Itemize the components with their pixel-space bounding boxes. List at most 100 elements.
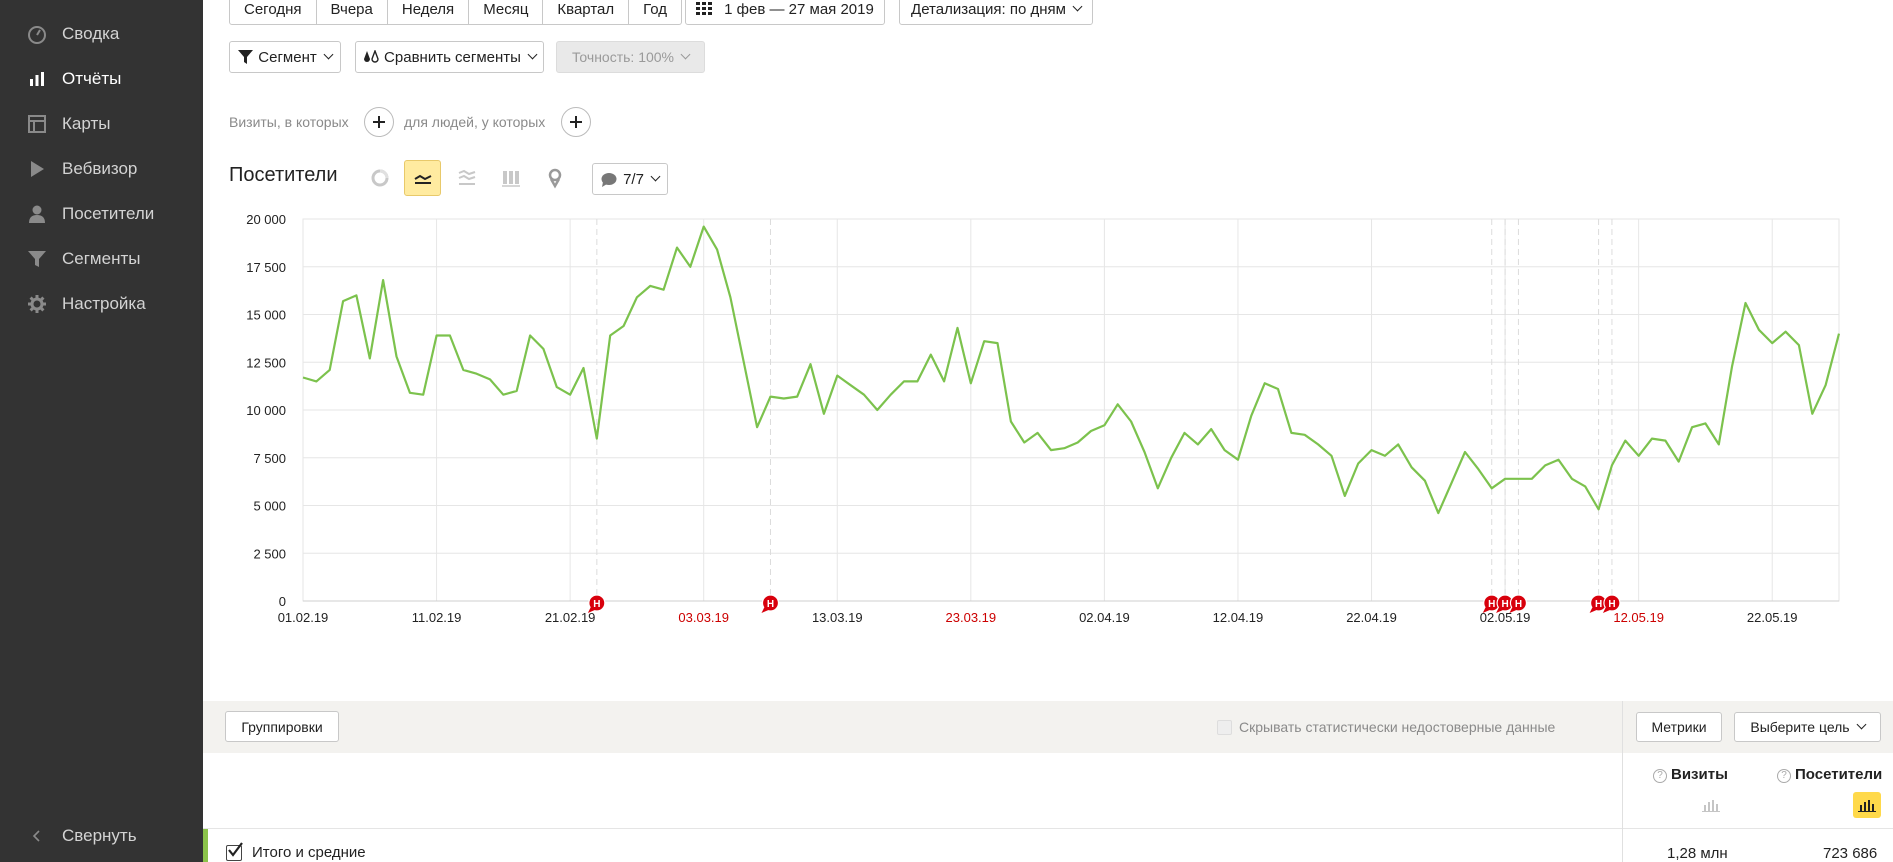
note-marker[interactable]: Н	[761, 594, 780, 613]
date-range-label: 1 фев — 27 мая 2019	[724, 0, 874, 18]
series-line	[302, 225, 1841, 515]
pie-chart-icon	[371, 169, 388, 187]
visits-chart-toggle[interactable]	[1697, 792, 1725, 818]
notes-dropdown[interactable]: 7/7	[592, 163, 668, 195]
sidebar: Сводка Отчёты Карты Вебвизор Посетители …	[0, 0, 203, 862]
total-row-label: Итого и средние	[252, 844, 366, 861]
sidebar-item-webvisor[interactable]: Вебвизор	[0, 149, 203, 189]
metrics-button[interactable]: Метрики	[1636, 712, 1722, 742]
accuracy-dropdown[interactable]: Точность: 100%	[556, 41, 705, 73]
bar-chart-icon	[27, 69, 47, 89]
bar-chart-icon	[1702, 800, 1720, 812]
add-people-condition-button[interactable]	[561, 107, 591, 137]
sidebar-item-summary[interactable]: Сводка	[0, 14, 203, 54]
help-icon[interactable]: ?	[1653, 769, 1667, 783]
pie-chart-button[interactable]	[361, 160, 398, 196]
segment-label: Сегмент	[258, 48, 317, 66]
detail-dropdown[interactable]: Детализация: по дням	[899, 0, 1093, 25]
y-tick-label: 20 000	[246, 212, 286, 227]
period-tab-quarter[interactable]: Квартал	[543, 0, 630, 24]
sidebar-item-label: Посетители	[62, 204, 155, 223]
gauge-icon	[27, 24, 47, 44]
x-tick-label: 11.02.19	[412, 610, 462, 625]
visitors-line-chart: 0 2 500 5 000 7 500 10 000 12 500 15 000 17 500…	[246, 212, 1841, 625]
chevron-down-icon	[1856, 719, 1867, 730]
area-chart-button[interactable]	[448, 160, 485, 196]
plus-icon	[373, 116, 385, 128]
x-tick-label: 13.03.19	[812, 610, 863, 625]
svg-text:Н: Н	[1515, 599, 1522, 610]
x-tick-label: 02.05.19	[1480, 610, 1531, 625]
comment-icon	[601, 172, 617, 187]
y-tick-label: 7 500	[253, 451, 286, 466]
map-chart-button[interactable]	[536, 160, 573, 196]
sidebar-item-label: Отчёты	[62, 69, 122, 88]
groupings-button[interactable]: Группировки	[225, 711, 339, 742]
visits-condition-label: Визиты, в которых	[229, 114, 349, 130]
table-header	[203, 753, 1893, 829]
sidebar-item-reports[interactable]: Отчёты	[0, 59, 203, 99]
date-range-picker[interactable]: 1 фев — 27 мая 2019	[685, 0, 885, 25]
svg-text:Н: Н	[1501, 599, 1508, 610]
note-marker[interactable]: Н	[587, 594, 606, 613]
note-marker[interactable]: Н	[1509, 594, 1528, 613]
sidebar-item-label: Карты	[62, 114, 111, 133]
sidebar-item-maps[interactable]: Карты	[0, 104, 203, 144]
x-tick-label: 01.02.19	[278, 610, 329, 625]
plot-area	[302, 218, 1840, 602]
stacked-bar-button[interactable]	[492, 160, 529, 196]
compare-label: Сравнить сегменты	[384, 48, 521, 66]
map-pin-icon	[548, 168, 561, 189]
column-header-visits[interactable]: ? Визиты	[1653, 766, 1728, 783]
drops-icon	[363, 50, 379, 64]
y-tick-label: 12 500	[246, 355, 286, 370]
accuracy-label: Точность: 100%	[571, 49, 675, 65]
area-chart-icon	[458, 169, 475, 185]
period-tab-week[interactable]: Неделя	[388, 0, 470, 24]
sidebar-item-label: Вебвизор	[62, 159, 138, 178]
column-header-visitors[interactable]: ? Посетители	[1777, 766, 1882, 783]
goal-label: Выберите цель	[1750, 719, 1850, 735]
series-color-marker	[203, 829, 208, 862]
period-tab-month[interactable]: Месяц	[469, 0, 544, 24]
bar-chart-icon	[1858, 800, 1876, 812]
svg-text:Н: Н	[767, 599, 774, 610]
y-tick-label: 0	[279, 594, 286, 609]
segment-button[interactable]: Сегмент	[229, 41, 341, 73]
select-goal-dropdown[interactable]: Выберите цель	[1734, 712, 1881, 742]
svg-text:Н: Н	[1608, 599, 1615, 610]
period-tab-yesterday[interactable]: Вчера	[317, 0, 388, 24]
line-chart-icon	[413, 174, 431, 184]
sidebar-item-label: Настройка	[62, 294, 146, 313]
y-tick-label: 2 500	[253, 546, 286, 561]
chevron-down-icon	[650, 171, 661, 182]
hide-unreliable-label: Скрывать статистически недостоверные дан…	[1239, 719, 1556, 735]
stacked-bar-icon	[501, 171, 520, 187]
help-icon[interactable]: ?	[1777, 769, 1791, 783]
x-tick-label: 22.05.19	[1747, 610, 1798, 625]
x-tick-label: 02.04.19	[1079, 610, 1130, 625]
sidebar-item-settings[interactable]: Настройка	[0, 284, 203, 324]
svg-text:Н: Н	[593, 599, 600, 610]
add-visit-condition-button[interactable]	[364, 107, 394, 137]
sidebar-item-segments[interactable]: Сегменты	[0, 239, 203, 279]
svg-text:Н: Н	[1488, 599, 1495, 610]
x-tick-label: 12.04.19	[1213, 610, 1264, 625]
compare-segments-button[interactable]: Сравнить сегменты	[355, 41, 544, 73]
period-tab-today[interactable]: Сегодня	[230, 0, 317, 24]
funnel-icon	[238, 50, 254, 64]
sidebar-collapse-button[interactable]: Свернуть	[0, 816, 203, 856]
chevron-down-icon	[323, 49, 334, 60]
user-icon	[27, 204, 47, 224]
period-tab-year[interactable]: Год	[629, 0, 681, 24]
visitors-chart-toggle[interactable]	[1853, 792, 1881, 818]
x-tick-label: 03.03.19	[678, 610, 729, 625]
line-chart-button[interactable]	[404, 160, 441, 196]
total-row-checkbox[interactable]	[226, 842, 243, 861]
sidebar-item-visitors[interactable]: Посетители	[0, 194, 203, 234]
note-marker[interactable]: Н	[1602, 594, 1621, 613]
hide-unreliable-checkbox[interactable]	[1217, 720, 1232, 735]
total-visits-value: 1,28 млн	[1667, 845, 1728, 862]
x-tick-label: 23.03.19	[946, 610, 997, 625]
play-icon	[27, 159, 47, 179]
